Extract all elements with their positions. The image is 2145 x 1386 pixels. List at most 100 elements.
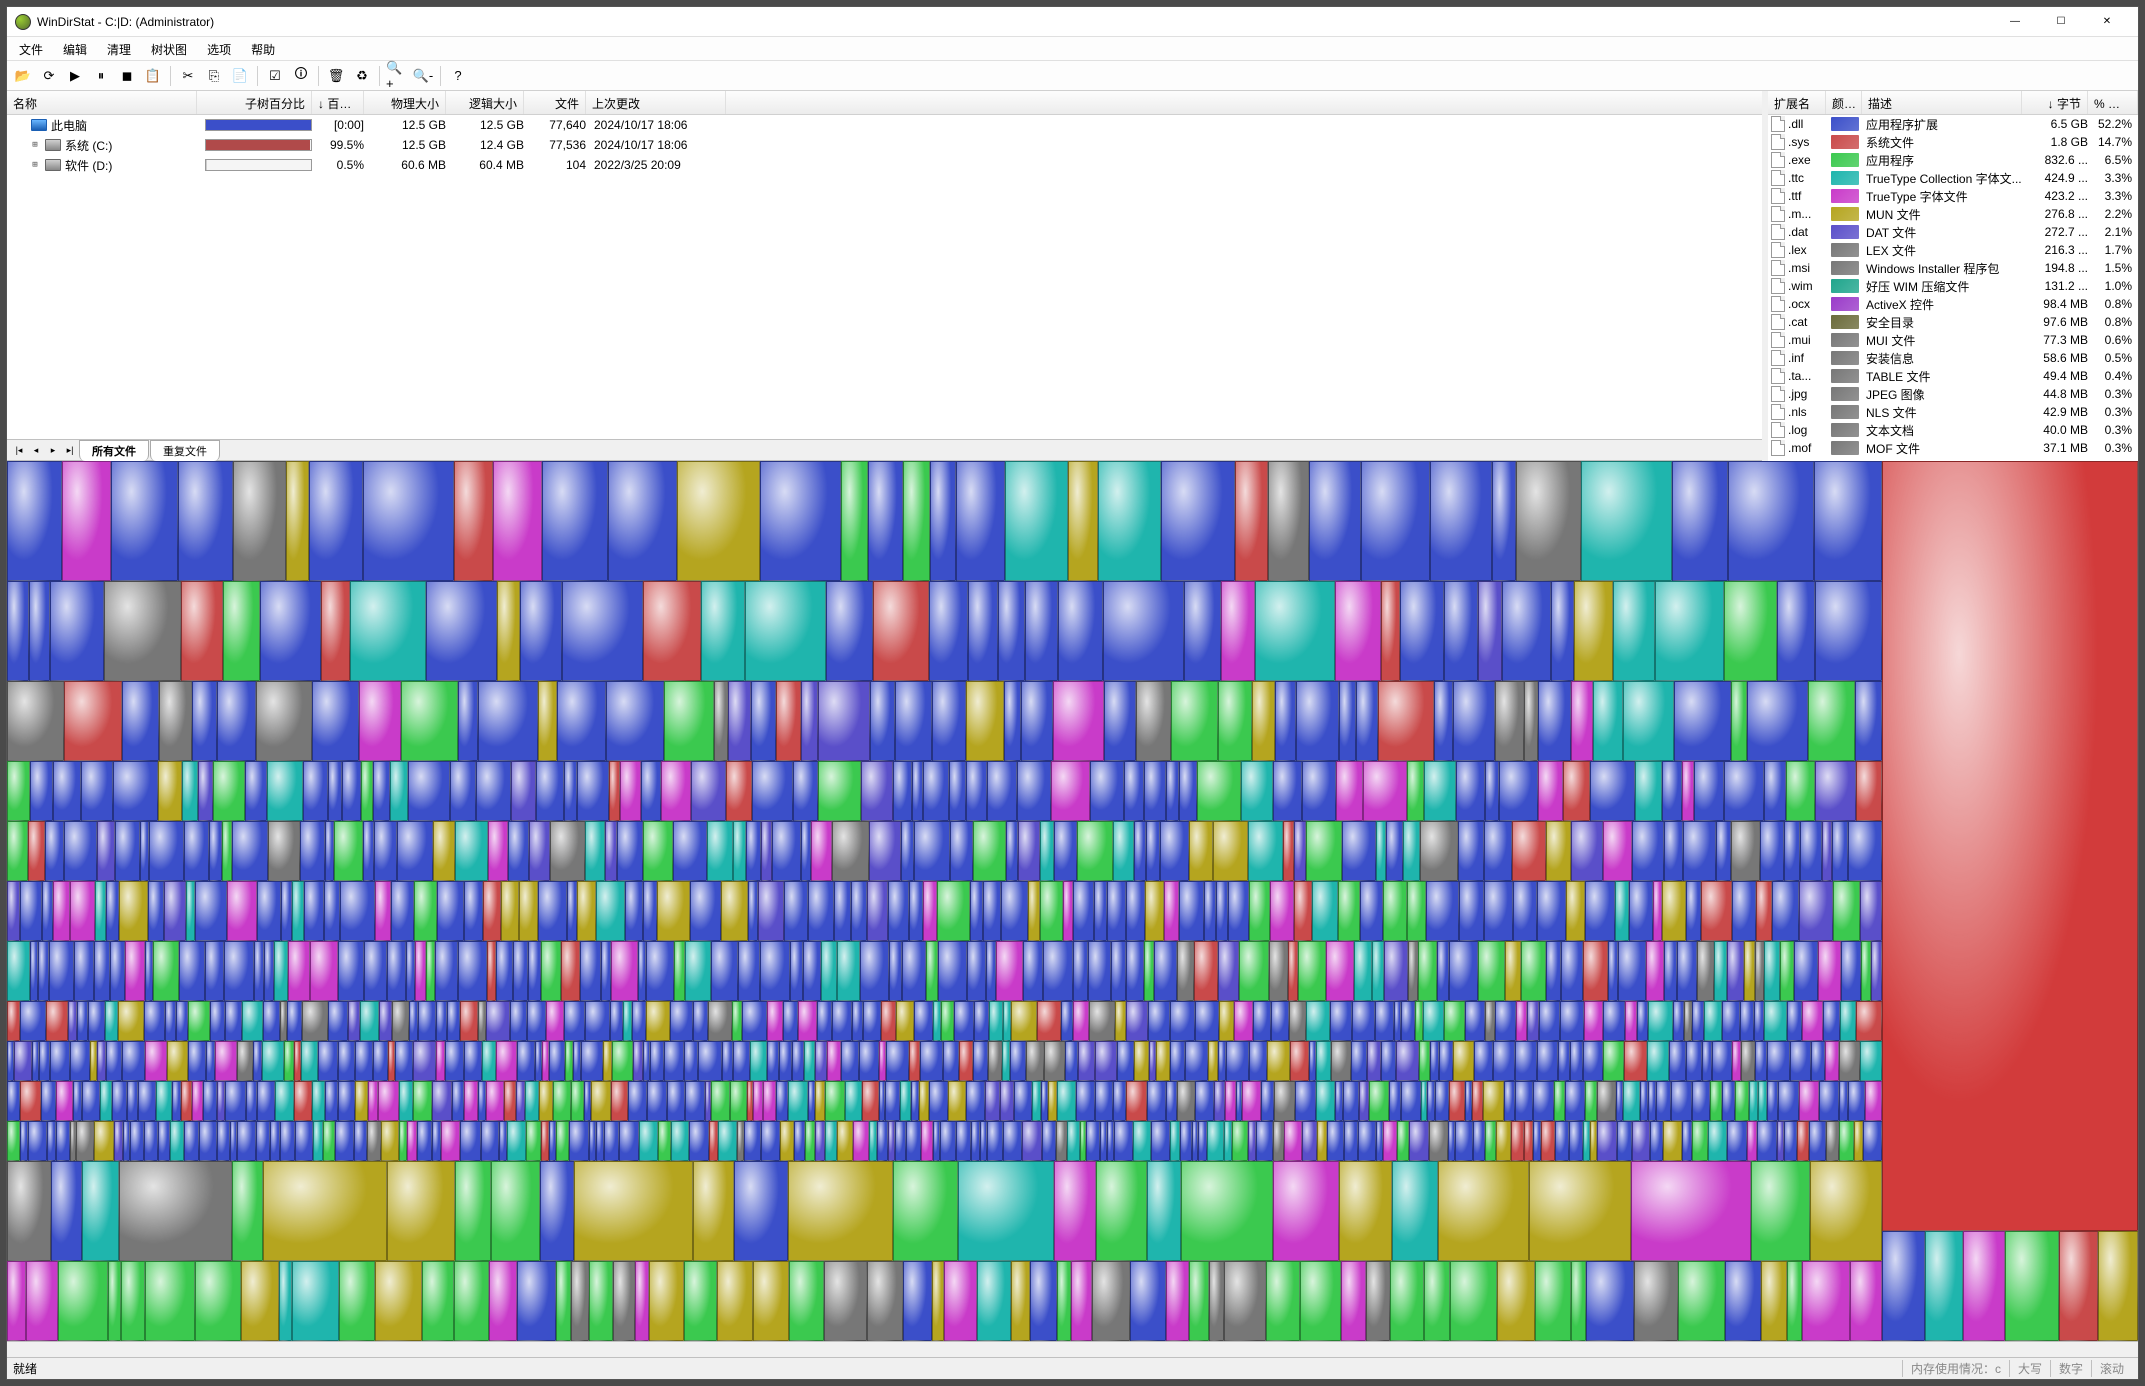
- col-physical-size[interactable]: 物理大小: [364, 91, 446, 114]
- treemap-cell[interactable]: [1376, 821, 1386, 881]
- treemap-cell[interactable]: [106, 1041, 122, 1081]
- treemap-cell[interactable]: [49, 941, 74, 1001]
- treemap-cell[interactable]: [32, 1041, 39, 1081]
- treemap-cell[interactable]: [1537, 881, 1566, 941]
- treemap-cell[interactable]: [996, 941, 1023, 1001]
- treemap-cell[interactable]: [1458, 821, 1485, 881]
- treemap-cell[interactable]: [1640, 1081, 1648, 1121]
- treemap-cell[interactable]: [1338, 881, 1359, 941]
- treemap-cell[interactable]: [808, 1081, 815, 1121]
- treemap-cell[interactable]: [767, 1001, 783, 1041]
- treemap-cell[interactable]: [1735, 1081, 1749, 1121]
- treemap-cell[interactable]: [538, 881, 568, 941]
- treemap-cell[interactable]: [1386, 821, 1403, 881]
- treemap-cell[interactable]: [885, 1081, 900, 1121]
- treemap-cell[interactable]: [1041, 1081, 1048, 1121]
- treemap-cell[interactable]: [387, 941, 406, 1001]
- treemap-cell[interactable]: [388, 1041, 395, 1081]
- treemap-cell[interactable]: [1493, 1041, 1514, 1081]
- treemap-cell[interactable]: [1014, 1081, 1032, 1121]
- treemap-cell[interactable]: [112, 1081, 127, 1121]
- treemap-cell[interactable]: [1392, 1161, 1437, 1261]
- treemap-cell[interactable]: [115, 821, 140, 881]
- treemap-cell[interactable]: [1823, 1001, 1840, 1041]
- treemap-cell[interactable]: [391, 881, 414, 941]
- treemap-cell[interactable]: [525, 1081, 539, 1121]
- treemap-cell[interactable]: [74, 941, 94, 1001]
- treemap-cell[interactable]: [312, 1081, 325, 1121]
- treemap-cell[interactable]: [118, 1001, 144, 1041]
- treemap-cell[interactable]: [188, 1041, 206, 1081]
- treemap-cell[interactable]: [1515, 1041, 1537, 1081]
- treemap-cell[interactable]: [1360, 881, 1384, 941]
- ext-row[interactable]: .ttcTrueType Collection 字体文...424.9 ...3…: [1768, 169, 2138, 187]
- ext-row[interactable]: .log文本文档40.0 MB0.3%: [1768, 421, 2138, 439]
- treemap-cell[interactable]: [159, 681, 192, 761]
- treemap-cell[interactable]: [956, 461, 1005, 581]
- treemap-cell[interactable]: [986, 941, 996, 1001]
- treemap-cell[interactable]: [418, 1001, 437, 1041]
- treemap-cell[interactable]: [73, 1081, 82, 1121]
- treemap-cell[interactable]: [499, 1121, 507, 1161]
- treemap-cell[interactable]: [670, 1001, 694, 1041]
- treemap-cell[interactable]: [7, 761, 30, 821]
- treemap-cell[interactable]: [1863, 1121, 1882, 1161]
- treemap-cell[interactable]: [1435, 1081, 1449, 1121]
- treemap-cell[interactable]: [1117, 1041, 1134, 1081]
- treemap-cell[interactable]: [192, 681, 217, 761]
- treemap-cell[interactable]: [1546, 821, 1570, 881]
- treemap-cell[interactable]: [1453, 681, 1496, 761]
- treemap-cell[interactable]: [1747, 681, 1808, 761]
- treemap-cell[interactable]: [1228, 881, 1249, 941]
- treemap-cell[interactable]: [182, 761, 198, 821]
- treemap-cell[interactable]: [165, 1001, 176, 1041]
- treemap-cell[interactable]: [88, 1001, 105, 1041]
- treemap-cell[interactable]: [888, 881, 908, 941]
- treemap-cell[interactable]: [1527, 1001, 1540, 1041]
- treemap-cell[interactable]: [1423, 1001, 1444, 1041]
- treemap-cell[interactable]: [335, 1121, 354, 1161]
- treemap-cell[interactable]: [929, 581, 968, 681]
- treemap-cell[interactable]: [742, 1001, 767, 1041]
- treemap-cell[interactable]: [1650, 1121, 1663, 1161]
- treemap-cell[interactable]: [1854, 1121, 1864, 1161]
- treemap-cell[interactable]: [482, 1041, 496, 1081]
- treemap-cell[interactable]: [851, 881, 867, 941]
- treemap-cell[interactable]: [571, 1081, 585, 1121]
- treemap-cell[interactable]: [334, 821, 363, 881]
- treemap-cell[interactable]: [1560, 1001, 1584, 1041]
- tab-last-icon[interactable]: ▸|: [62, 445, 78, 456]
- ext-body[interactable]: .dll应用程序扩展6.5 GB52.2%.sys系统文件1.8 GB14.7%…: [1768, 115, 2138, 461]
- treemap-cell[interactable]: [852, 1001, 862, 1041]
- treemap-cell[interactable]: [585, 821, 605, 881]
- treemap-cell[interactable]: [170, 1121, 184, 1161]
- treemap-cell[interactable]: [1561, 941, 1583, 1001]
- treemap-cell[interactable]: [342, 761, 361, 821]
- treemap-cell[interactable]: [1585, 881, 1615, 941]
- treemap-cell[interactable]: [7, 681, 64, 761]
- treemap-cell[interactable]: [7, 1261, 26, 1341]
- col-bytes[interactable]: ↓ 字节: [2022, 91, 2088, 114]
- treemap-cell[interactable]: [1483, 1081, 1504, 1121]
- treemap-cell[interactable]: [886, 1041, 908, 1081]
- treemap-cell[interactable]: [860, 941, 889, 1001]
- treemap-cell[interactable]: [1535, 1261, 1571, 1341]
- treemap-cell[interactable]: [923, 761, 949, 821]
- treemap-cell[interactable]: [1686, 881, 1701, 941]
- treemap-cell[interactable]: [253, 1041, 262, 1081]
- treemap-cell[interactable]: [476, 761, 512, 821]
- treemap-cell[interactable]: [1856, 761, 1882, 821]
- treemap-cell[interactable]: [148, 881, 164, 941]
- tab-all-files[interactable]: 所有文件: [79, 440, 149, 461]
- treemap-cell[interactable]: [1037, 1001, 1060, 1041]
- treemap-cell[interactable]: [496, 1041, 517, 1081]
- treemap-cell[interactable]: [1100, 1121, 1107, 1161]
- treemap-cell[interactable]: [496, 941, 513, 1001]
- treemap-cell[interactable]: [1151, 1121, 1170, 1161]
- treemap-cell[interactable]: [564, 1001, 585, 1041]
- treemap-cell[interactable]: [895, 681, 931, 761]
- treemap-cell[interactable]: [1207, 1121, 1224, 1161]
- treemap-cell[interactable]: [1375, 1001, 1393, 1041]
- treemap-cell[interactable]: [677, 461, 759, 581]
- treemap-cell[interactable]: [1731, 821, 1760, 881]
